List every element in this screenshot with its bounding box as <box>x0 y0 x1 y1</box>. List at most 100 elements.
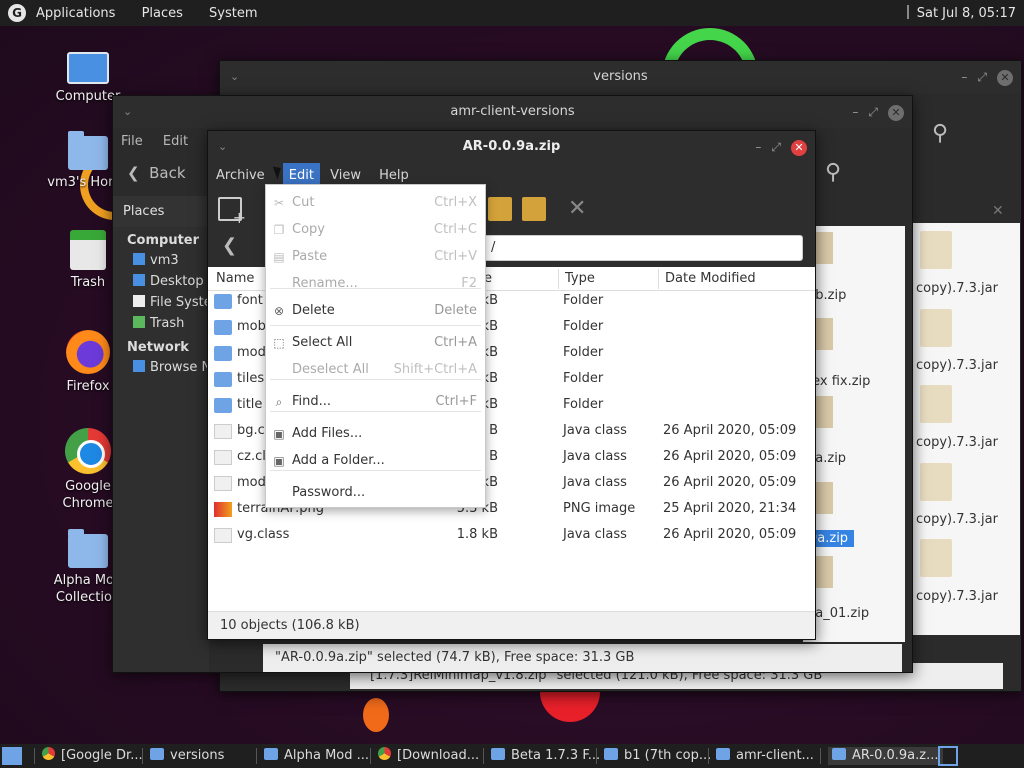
places-dropdown[interactable]: Places <box>113 196 209 227</box>
back-arrow-icon[interactable]: ❮ <box>222 235 237 256</box>
column-name[interactable]: Name <box>216 271 254 286</box>
close-button[interactable]: ✕ <box>997 70 1013 86</box>
taskbar-separator <box>708 748 709 764</box>
row-type: Folder <box>563 319 604 334</box>
search-icon[interactable]: ⚲ <box>932 121 948 146</box>
taskbar-separator <box>142 748 143 764</box>
menu-item-password[interactable]: Password... <box>266 480 485 506</box>
row-type: Folder <box>563 345 604 360</box>
row-type: Folder <box>563 293 604 308</box>
menu-item-label: Add Files... <box>292 426 363 441</box>
row-name: vg.class <box>237 527 290 542</box>
file-name[interactable]: copy).7.3.jar <box>916 512 998 527</box>
jar-file-icon <box>920 463 952 501</box>
maximize-button[interactable]: ⤢ <box>868 105 888 119</box>
chevron-down-icon[interactable]: ⌄ <box>123 96 132 128</box>
column-date-modified[interactable]: Date Modified <box>665 271 756 286</box>
taskbar-separator <box>596 748 597 764</box>
taskbar-item[interactable]: Beta 1.7.3 F... <box>491 747 600 765</box>
menu-item-shortcut: Ctrl+F <box>435 394 477 409</box>
new-archive-icon[interactable] <box>218 197 246 227</box>
file-name[interactable]: copy).7.3.jar <box>916 589 998 604</box>
menu-item-select-all[interactable]: ⬚ Select All Ctrl+A <box>266 330 485 356</box>
sidebar-item-browse-network[interactable]: Browse N <box>113 357 211 378</box>
taskbar-item[interactable]: versions <box>150 747 224 765</box>
file-name[interactable]: copy).7.3.jar <box>916 281 998 296</box>
close-button[interactable]: ✕ <box>888 105 904 121</box>
menu-item-shortcut: Ctrl+X <box>434 195 477 210</box>
taskbar-item[interactable]: Alpha Mod ... <box>264 747 369 765</box>
maximize-button[interactable]: ⤢ <box>977 70 997 84</box>
menu-item-label: Delete <box>292 303 335 318</box>
menu-edit[interactable]: Edit <box>163 134 188 149</box>
monitor-icon <box>67 52 109 84</box>
sidebar-group-computer: Computer <box>127 233 200 248</box>
extract-icon[interactable] <box>488 197 512 221</box>
amr-titlebar[interactable]: ⌄ amr-client-versions –⤢ ✕ <box>113 96 912 128</box>
taskbar-item-label: Beta 1.7.3 F... <box>511 748 601 763</box>
row-name: bg.cl <box>237 423 269 438</box>
taskbar-separator <box>256 748 257 764</box>
folder-icon <box>214 372 232 387</box>
column-type[interactable]: Type <box>565 271 595 286</box>
maximize-button[interactable]: ⤢ <box>771 140 791 154</box>
back-button[interactable]: ❮ Back <box>127 164 186 182</box>
minimize-button[interactable]: – <box>852 105 868 119</box>
menu-file[interactable]: File <box>121 134 143 149</box>
show-desktop-icon[interactable] <box>2 747 22 765</box>
menu-item-label: Add a Folder... <box>292 453 385 468</box>
class-file-icon <box>214 476 232 491</box>
clock[interactable]: Sat Jul 8, 05:17 <box>907 5 1016 21</box>
row-name: title <box>237 397 263 412</box>
archive-titlebar[interactable]: ⌄ AR-0.0.9a.zip –⤢ ✕ <box>208 131 815 163</box>
stop-icon[interactable]: ✕ <box>568 197 592 221</box>
menu-item-delete[interactable]: ⊗ Delete Delete <box>266 298 485 324</box>
menu-separator <box>270 411 481 412</box>
taskbar-item[interactable]: [Download... <box>378 747 479 765</box>
taskbar-item-label: [Download... <box>397 748 480 763</box>
places-menu[interactable]: Places <box>142 6 183 21</box>
archive-icon <box>604 748 618 760</box>
applications-menu[interactable]: Applications <box>36 6 115 21</box>
taskbar-item-label: b1 (7th cop... <box>624 748 712 763</box>
menu-item-label: Find... <box>292 394 332 409</box>
close-button[interactable]: ✕ <box>791 140 807 156</box>
workspace-switcher-icon[interactable] <box>938 746 958 766</box>
folder-icon <box>150 748 164 760</box>
system-menu[interactable]: System <box>209 6 257 21</box>
sidebar-item-vm3[interactable]: vm3 <box>113 250 209 271</box>
taskbar-item[interactable]: amr-client... <box>716 747 814 765</box>
add-files-icon[interactable] <box>522 197 546 221</box>
menu-item-label: Deselect All <box>292 362 369 377</box>
file-name[interactable]: copy).7.3.jar <box>916 435 998 450</box>
row-type: Java class <box>563 423 627 438</box>
table-row[interactable]: vg.class 1.8 kB Java class 26 April 2020, 0… <box>208 523 815 549</box>
taskbar-item[interactable]: [Google Dr... <box>42 747 143 765</box>
taskbar-item[interactable]: b1 (7th cop... <box>604 747 711 765</box>
home-folder-icon <box>133 253 145 265</box>
menu-item-label: Select All <box>292 335 353 350</box>
file-name[interactable]: copy).7.3.jar <box>916 358 998 373</box>
menu-item-add-files[interactable]: ▣ Add Files... <box>266 421 485 447</box>
add-folder-icon: ▣ <box>273 454 285 468</box>
desktop-folder-icon <box>133 274 145 286</box>
search-icon[interactable]: ⚲ <box>825 160 841 185</box>
sidebar-item-filesystem[interactable]: File Syste <box>113 292 212 313</box>
minimize-button[interactable]: – <box>961 70 977 84</box>
taskbar-item[interactable]: AR-0.0.9a.z... <box>828 747 943 765</box>
sidebar-item-desktop[interactable]: Desktop <box>113 271 209 292</box>
chevron-down-icon[interactable]: ⌄ <box>230 61 239 93</box>
folder-icon <box>214 346 232 361</box>
close-icon[interactable]: ✕ <box>992 203 1004 219</box>
menu-separator <box>270 288 481 289</box>
gnome-logo-icon[interactable]: G <box>8 4 26 22</box>
minimize-button[interactable]: – <box>755 140 771 154</box>
drive-icon <box>133 295 145 307</box>
menu-separator <box>270 379 481 380</box>
location-path[interactable]: / <box>478 235 803 261</box>
sidebar-item-trash[interactable]: Trash <box>113 313 209 334</box>
row-size: 1.8 kB <box>456 527 498 542</box>
chevron-down-icon[interactable]: ⌄ <box>218 131 227 163</box>
class-file-icon <box>214 424 232 439</box>
versions-titlebar[interactable]: ⌄ versions –⤢ ✕ <box>220 61 1021 93</box>
